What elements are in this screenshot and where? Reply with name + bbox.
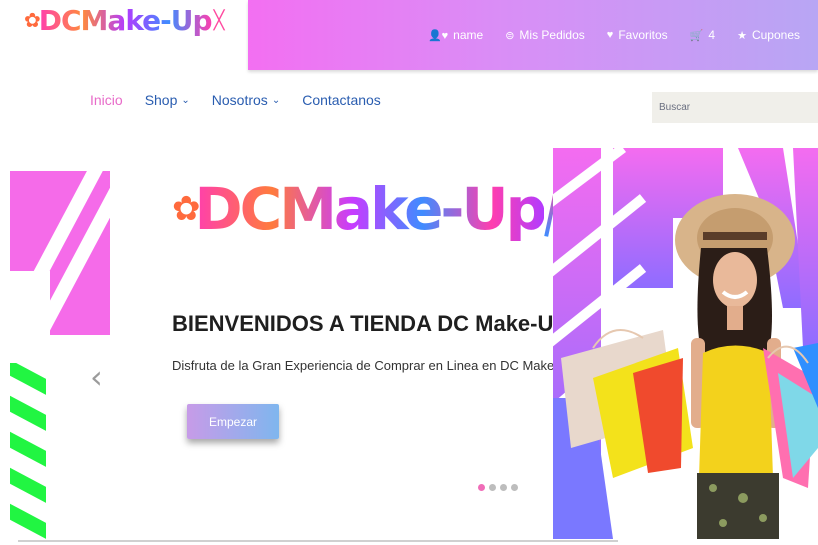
- nav-home[interactable]: Inicio: [90, 92, 123, 108]
- orders-label: Mis Pedidos: [519, 28, 585, 42]
- carousel-dot[interactable]: [511, 484, 518, 491]
- user-heart-icon: 👤♥: [427, 29, 449, 42]
- cart-icon: 🛒: [689, 29, 704, 42]
- cart-link[interactable]: 🛒 4: [690, 28, 715, 42]
- hero-subtitle: Disfruta de la Gran Experiencia de Compr…: [172, 358, 579, 373]
- hero-title: BIENVENIDOS A TIENDA DC Make-Up: [172, 311, 567, 336]
- divider: [18, 540, 618, 542]
- shopping-bags: [561, 329, 818, 488]
- cart-count: 4: [708, 28, 716, 42]
- carousel-dot[interactable]: [489, 484, 496, 491]
- start-button[interactable]: Empezar: [187, 404, 279, 439]
- hero-logo-text: DCMake-Up: [194, 175, 548, 243]
- carousel-indicators: [478, 484, 518, 491]
- hero-carousel: ‹ ✿ DCMake-Up BIENVENIDOS A TIENDA DC Ma…: [10, 143, 818, 539]
- coupons-label: Cupones: [751, 28, 800, 42]
- hero-photo: [553, 148, 818, 539]
- top-bar: 👤♥ name ⊜ Mis Pedidos ♥ Favoritos 🛒 4 ★ …: [248, 0, 818, 70]
- main-nav: Inicio Shop ⌄ Nosotros ⌄ Contactanos: [90, 92, 381, 108]
- carousel-prev-arrow[interactable]: ‹: [90, 361, 103, 393]
- nav-about[interactable]: Nosotros ⌄: [212, 92, 280, 108]
- nav-shop[interactable]: Shop ⌄: [145, 92, 190, 108]
- orders-link[interactable]: ⊜ Mis Pedidos: [505, 28, 585, 42]
- star-icon: ★: [737, 29, 747, 42]
- user-name: name: [453, 28, 484, 42]
- user-link[interactable]: 👤♥ name: [428, 28, 483, 42]
- decorative-green-art: [10, 363, 46, 539]
- hero-logo: ✿ DCMake-Up: [172, 175, 560, 243]
- logo-area: ✿ DCMake-Up ╳: [0, 0, 248, 70]
- chevron-down-icon: ⌄: [271, 94, 281, 106]
- decorative-pink-art: [10, 171, 110, 335]
- favorites-label: Favoritos: [618, 28, 668, 42]
- coupons-link[interactable]: ★ Cupones: [737, 28, 800, 42]
- brush-icon: ╳: [213, 10, 225, 30]
- carousel-dot[interactable]: [500, 484, 507, 491]
- favorites-link[interactable]: ♥ Favoritos: [607, 28, 668, 42]
- orders-icon: ⊜: [505, 29, 515, 42]
- heart-icon: ♥: [606, 29, 614, 41]
- search-input[interactable]: [652, 92, 818, 123]
- nav-shop-label: Shop: [144, 92, 178, 108]
- brand-logo[interactable]: ✿ DCMake-Up ╳: [24, 4, 224, 37]
- chevron-down-icon: ⌄: [181, 94, 190, 106]
- nav-contact[interactable]: Contactanos: [302, 92, 381, 108]
- brand-logo-text: DCMake-Up: [38, 4, 213, 37]
- carousel-dot[interactable]: [478, 484, 485, 491]
- nav-about-label: Nosotros: [211, 92, 268, 108]
